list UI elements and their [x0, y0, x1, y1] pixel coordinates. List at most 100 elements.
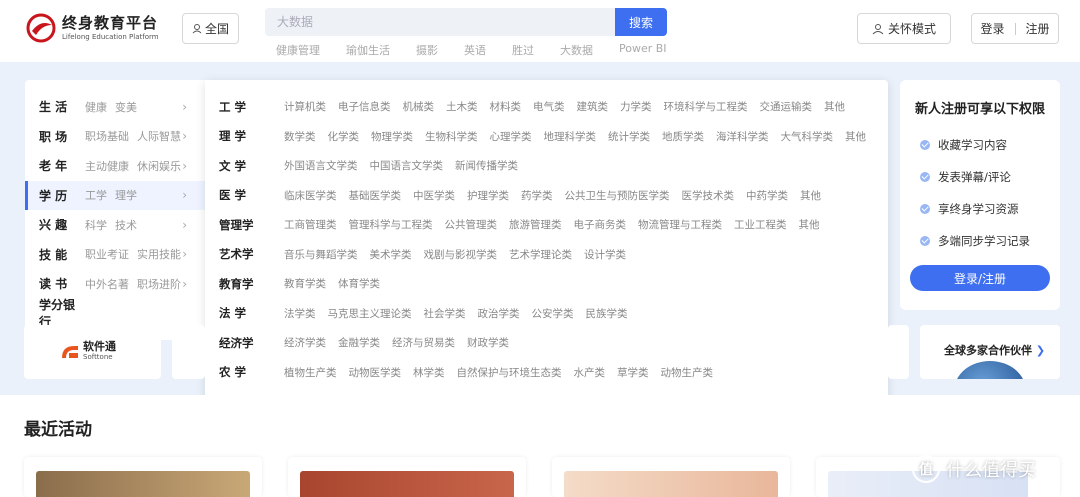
- subject-link[interactable]: 其他: [824, 101, 845, 113]
- category-sub-link[interactable]: 休闲娱乐: [137, 158, 181, 174]
- category-sub-link[interactable]: 人际智慧: [137, 128, 181, 144]
- category-item[interactable]: 兴 趣 科学 技术 ›: [25, 210, 205, 240]
- subject-link[interactable]: 公共卫生与预防医学类: [565, 190, 670, 202]
- subject-title[interactable]: 理 学: [219, 128, 284, 144]
- subject-link[interactable]: 建筑类: [577, 101, 609, 113]
- partner-card-global[interactable]: 全球多家合作伙伴 ❯: [920, 325, 1060, 379]
- subject-link[interactable]: 力学类: [620, 101, 652, 113]
- hot-tag[interactable]: 健康管理: [276, 42, 320, 58]
- partner-card[interactable]: [888, 325, 909, 379]
- subject-link[interactable]: 经济学类: [284, 337, 326, 349]
- subject-link[interactable]: 旅游管理类: [509, 219, 562, 231]
- subject-link[interactable]: 工业工程类: [734, 219, 787, 231]
- subject-link[interactable]: 电气类: [533, 101, 565, 113]
- subject-link[interactable]: 新闻传播学类: [455, 160, 518, 172]
- platform-logo[interactable]: 终身教育平台 Lifelong Education Platform: [26, 12, 166, 44]
- subject-link[interactable]: 设计学类: [584, 249, 626, 261]
- subject-title[interactable]: 教育学: [219, 276, 284, 292]
- subject-link[interactable]: 其他: [845, 131, 866, 143]
- category-item[interactable]: 读 书 中外名著 职场进阶 ›: [25, 269, 205, 299]
- subject-link[interactable]: 电子信息类: [338, 101, 391, 113]
- category-item[interactable]: 技 能 职业考证 实用技能 ›: [25, 240, 205, 270]
- subject-link[interactable]: 音乐与舞蹈学类: [284, 249, 358, 261]
- hot-tag[interactable]: Power BI: [619, 42, 667, 58]
- subject-link[interactable]: 海洋科学类: [716, 131, 769, 143]
- subject-link[interactable]: 地质学类: [662, 131, 704, 143]
- subject-link[interactable]: 马克思主义理论类: [328, 308, 412, 320]
- subject-link[interactable]: 中国语言文学类: [370, 160, 444, 172]
- subject-link[interactable]: 美术学类: [370, 249, 412, 261]
- subject-link[interactable]: 地理科学类: [544, 131, 597, 143]
- subject-link[interactable]: 金融学类: [338, 337, 380, 349]
- hot-tag[interactable]: 大数据: [560, 42, 593, 58]
- subject-link[interactable]: 中医学类: [413, 190, 455, 202]
- subject-link[interactable]: 化学类: [328, 131, 360, 143]
- subject-link[interactable]: 统计学类: [608, 131, 650, 143]
- category-sub-link[interactable]: 职场基础: [85, 128, 129, 144]
- subject-title[interactable]: 管理学: [219, 217, 284, 233]
- search-input[interactable]: 大数据: [265, 8, 617, 36]
- subject-link[interactable]: 公安学类: [532, 308, 574, 320]
- subject-title[interactable]: 农 学: [219, 364, 284, 380]
- subject-link[interactable]: 戏剧与影视学类: [424, 249, 498, 261]
- subject-link[interactable]: 艺术学理论类: [509, 249, 572, 261]
- category-sub-link[interactable]: 变美: [115, 99, 137, 115]
- login-register-button[interactable]: 登录/注册: [910, 265, 1050, 291]
- subject-link[interactable]: 外国语言文学类: [284, 160, 358, 172]
- subject-link[interactable]: 工商管理类: [284, 219, 337, 231]
- subject-link[interactable]: 经济与贸易类: [392, 337, 455, 349]
- subject-link[interactable]: 土木类: [446, 101, 478, 113]
- subject-link[interactable]: 教育学类: [284, 278, 326, 290]
- subject-title[interactable]: 艺术学: [219, 246, 284, 262]
- subject-link[interactable]: 民族学类: [586, 308, 628, 320]
- activity-card[interactable]: [288, 457, 526, 497]
- activity-card[interactable]: [24, 457, 262, 497]
- subject-link[interactable]: 政治学类: [478, 308, 520, 320]
- category-sub-link[interactable]: 科学: [85, 217, 107, 233]
- category-item[interactable]: 学分银行: [25, 298, 205, 329]
- subject-title[interactable]: 医 学: [219, 187, 284, 203]
- subject-title[interactable]: 经济学: [219, 335, 284, 351]
- category-sub-link[interactable]: 理学: [115, 187, 137, 203]
- partner-card[interactable]: [172, 325, 205, 379]
- subject-link[interactable]: 生物科学类: [425, 131, 478, 143]
- category-sub-link[interactable]: 实用技能: [137, 246, 181, 262]
- subject-title[interactable]: 法 学: [219, 305, 284, 321]
- category-item[interactable]: 职 场 职场基础 人际智慧 ›: [25, 122, 205, 152]
- subject-link[interactable]: 中药学类: [746, 190, 788, 202]
- category-sub-link[interactable]: 技术: [115, 217, 137, 233]
- subject-title[interactable]: 文 学: [219, 158, 284, 174]
- category-sub-link[interactable]: 职业考证: [85, 246, 129, 262]
- subject-link[interactable]: 物流管理与工程类: [638, 219, 722, 231]
- category-item[interactable]: 老 年 主动健康 休闲娱乐 ›: [25, 151, 205, 181]
- subject-link[interactable]: 植物生产类: [284, 367, 337, 379]
- subject-link[interactable]: 物理学类: [371, 131, 413, 143]
- subject-link[interactable]: 公共管理类: [445, 219, 498, 231]
- category-sub-link[interactable]: 职场进阶: [137, 276, 181, 292]
- category-sub-link[interactable]: 工学: [85, 187, 107, 203]
- subject-link[interactable]: 法学类: [284, 308, 316, 320]
- subject-link[interactable]: 机械类: [403, 101, 435, 113]
- care-mode-button[interactable]: 关怀模式: [857, 13, 951, 44]
- partner-card-softtone[interactable]: 软件通 Softtone: [24, 325, 161, 379]
- subject-link[interactable]: 药学类: [521, 190, 553, 202]
- hot-tag[interactable]: 英语: [464, 42, 486, 58]
- subject-link[interactable]: 草学类: [617, 367, 649, 379]
- search-button[interactable]: 搜索: [615, 8, 667, 36]
- subject-link[interactable]: 财政学类: [467, 337, 509, 349]
- subject-link[interactable]: 林学类: [413, 367, 445, 379]
- subject-link[interactable]: 电子商务类: [574, 219, 627, 231]
- subject-link[interactable]: 自然保护与环境生态类: [457, 367, 562, 379]
- subject-link[interactable]: 数学类: [284, 131, 316, 143]
- subject-link[interactable]: 动物生产类: [661, 367, 714, 379]
- subject-link[interactable]: 水产类: [574, 367, 606, 379]
- hot-tag[interactable]: 瑜伽生活: [346, 42, 390, 58]
- subject-link[interactable]: 管理科学与工程类: [349, 219, 433, 231]
- subject-link[interactable]: 其他: [800, 190, 821, 202]
- hot-tag[interactable]: 胜过: [512, 42, 534, 58]
- category-sub-link[interactable]: 主动健康: [85, 158, 129, 174]
- subject-link[interactable]: 基础医学类: [349, 190, 402, 202]
- hot-tag[interactable]: 摄影: [416, 42, 438, 58]
- region-selector-button[interactable]: 全国: [182, 13, 239, 44]
- subject-title[interactable]: 工 学: [219, 99, 284, 115]
